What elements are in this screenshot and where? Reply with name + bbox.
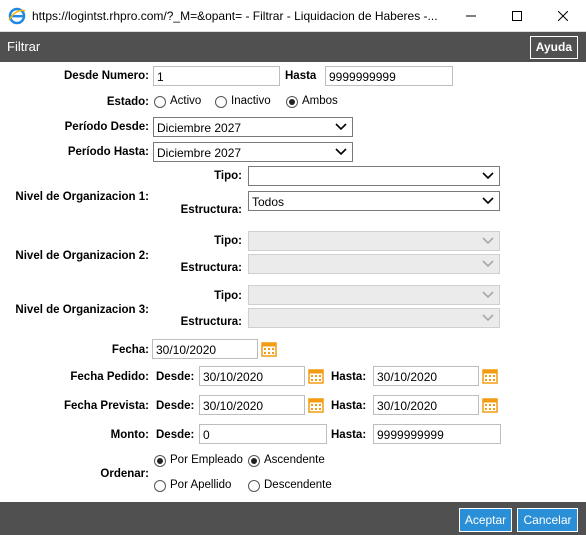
estado-activo-label: Activo — [170, 95, 202, 107]
ordenar-ascendente-label: Ascendente — [264, 454, 325, 466]
fecha-prevista-desde-input[interactable]: 30/10/2020 — [199, 395, 305, 415]
estado-ambos-label: Ambos — [302, 95, 338, 107]
chevron-down-icon — [482, 260, 494, 268]
ordenar-empleado-radio[interactable] — [154, 455, 166, 467]
nivel2-estructura-select[interactable] — [248, 254, 500, 274]
ordenar-empleado-label: Por Empleado — [170, 454, 243, 466]
nivel2-tipo-label: Tipo: — [214, 235, 242, 247]
chevron-down-icon — [482, 237, 494, 245]
chevron-down-icon — [335, 123, 347, 131]
nivel1-tipo-label: Tipo: — [214, 170, 242, 182]
nivel1-estructura-label: Estructura: — [180, 204, 242, 216]
periodo-hasta-select[interactable]: Diciembre 2027 — [153, 142, 353, 162]
hasta-numero-input[interactable]: 9999999999 — [325, 66, 453, 86]
fecha-pedido-hasta-label: Hasta: — [331, 371, 367, 383]
nivel2-tipo-select[interactable] — [248, 231, 500, 251]
monto-desde-label: Desde: — [156, 429, 195, 441]
fecha-prevista-label: Fecha Prevista: — [63, 400, 149, 412]
nivel3-tipo-select[interactable] — [248, 285, 500, 305]
monto-hasta-input[interactable]: 9999999999 — [373, 424, 501, 444]
nivel2-estructura-label: Estructura: — [180, 262, 242, 274]
periodo-hasta-value: Diciembre 2027 — [157, 146, 242, 160]
ordenar-ascendente-radio[interactable] — [248, 455, 260, 467]
hasta-numero-label: Hasta — [285, 70, 317, 82]
desde-numero-input[interactable]: 1 — [153, 66, 280, 86]
close-button[interactable] — [540, 0, 586, 32]
ordenar-descendente-label: Descendente — [264, 479, 332, 491]
minimize-icon — [466, 15, 476, 17]
chevron-down-icon — [335, 148, 347, 156]
calendar-icon[interactable] — [305, 395, 327, 415]
calendar-icon[interactable] — [479, 366, 501, 386]
fecha-pedido-label: Fecha Pedido: — [70, 371, 149, 383]
chevron-down-icon — [482, 197, 494, 205]
dialog-header: Filtrar Ayuda — [0, 32, 586, 62]
estado-activo-radio[interactable] — [154, 96, 166, 108]
nivel1-estructura-select[interactable]: Todos — [248, 191, 500, 211]
desde-numero-label: Desde Numero: — [64, 70, 149, 82]
window-title: https://logintst.rhpro.com/?_M=&opant= -… — [32, 9, 438, 23]
fecha-prevista-hasta-label: Hasta: — [331, 400, 367, 412]
maximize-button[interactable] — [494, 0, 540, 32]
accept-button[interactable]: Aceptar — [459, 508, 512, 532]
nivel3-estructura-label: Estructura: — [180, 316, 242, 328]
nivel1-estructura-value: Todos — [252, 195, 285, 209]
dialog-title: Filtrar — [7, 39, 41, 54]
fecha-pedido-hasta-input[interactable]: 30/10/2020 — [373, 366, 479, 386]
ordenar-descendente-radio[interactable] — [248, 480, 260, 492]
periodo-desde-label: Período Desde: — [64, 121, 149, 133]
ie-browser-icon — [8, 7, 26, 25]
nivel3-tipo-label: Tipo: — [214, 290, 242, 302]
periodo-desde-select[interactable]: Diciembre 2027 — [153, 117, 353, 137]
estado-ambos-radio[interactable] — [286, 96, 298, 108]
fecha-input[interactable]: 30/10/2020 — [152, 339, 258, 359]
monto-label: Monto: — [110, 429, 149, 441]
minimize-button[interactable] — [448, 0, 494, 32]
periodo-hasta-label: Período Hasta: — [67, 146, 149, 158]
fecha-pedido-desde-label: Desde: — [156, 371, 195, 383]
monto-desde-input[interactable]: 0 — [199, 424, 327, 444]
ordenar-apellido-label: Por Apellido — [170, 479, 232, 491]
nivel3-label: Nivel de Organizacion 3: — [15, 304, 149, 316]
periodo-desde-value: Diciembre 2027 — [157, 121, 242, 135]
nivel2-label: Nivel de Organizacion 2: — [15, 250, 149, 262]
nivel1-tipo-select[interactable] — [248, 166, 500, 186]
calendar-icon[interactable] — [479, 395, 501, 415]
chevron-down-icon — [482, 172, 494, 180]
fecha-pedido-desde-input[interactable]: 30/10/2020 — [199, 366, 305, 386]
nivel3-estructura-select[interactable] — [248, 308, 500, 328]
calendar-icon[interactable] — [258, 339, 280, 359]
maximize-icon — [512, 11, 522, 21]
calendar-icon[interactable] — [305, 366, 327, 386]
window-titlebar: https://logintst.rhpro.com/?_M=&opant= -… — [0, 0, 586, 32]
nivel1-label: Nivel de Organizacion 1: — [15, 191, 149, 203]
dialog-footer: Aceptar Cancelar — [0, 502, 586, 535]
estado-label: Estado: — [106, 96, 149, 108]
monto-hasta-label: Hasta: — [331, 429, 367, 441]
chevron-down-icon — [482, 291, 494, 299]
fecha-label: Fecha: — [111, 344, 149, 356]
ordenar-apellido-radio[interactable] — [154, 480, 166, 492]
help-button[interactable]: Ayuda — [529, 36, 578, 59]
estado-inactivo-radio[interactable] — [215, 96, 227, 108]
cancel-button[interactable]: Cancelar — [517, 508, 578, 532]
estado-inactivo-label: Inactivo — [231, 95, 271, 107]
close-icon — [558, 11, 568, 21]
fecha-prevista-desde-label: Desde: — [156, 400, 195, 412]
chevron-down-icon — [482, 314, 494, 322]
ordenar-label: Ordenar: — [100, 468, 149, 480]
fecha-prevista-hasta-input[interactable]: 30/10/2020 — [373, 395, 479, 415]
